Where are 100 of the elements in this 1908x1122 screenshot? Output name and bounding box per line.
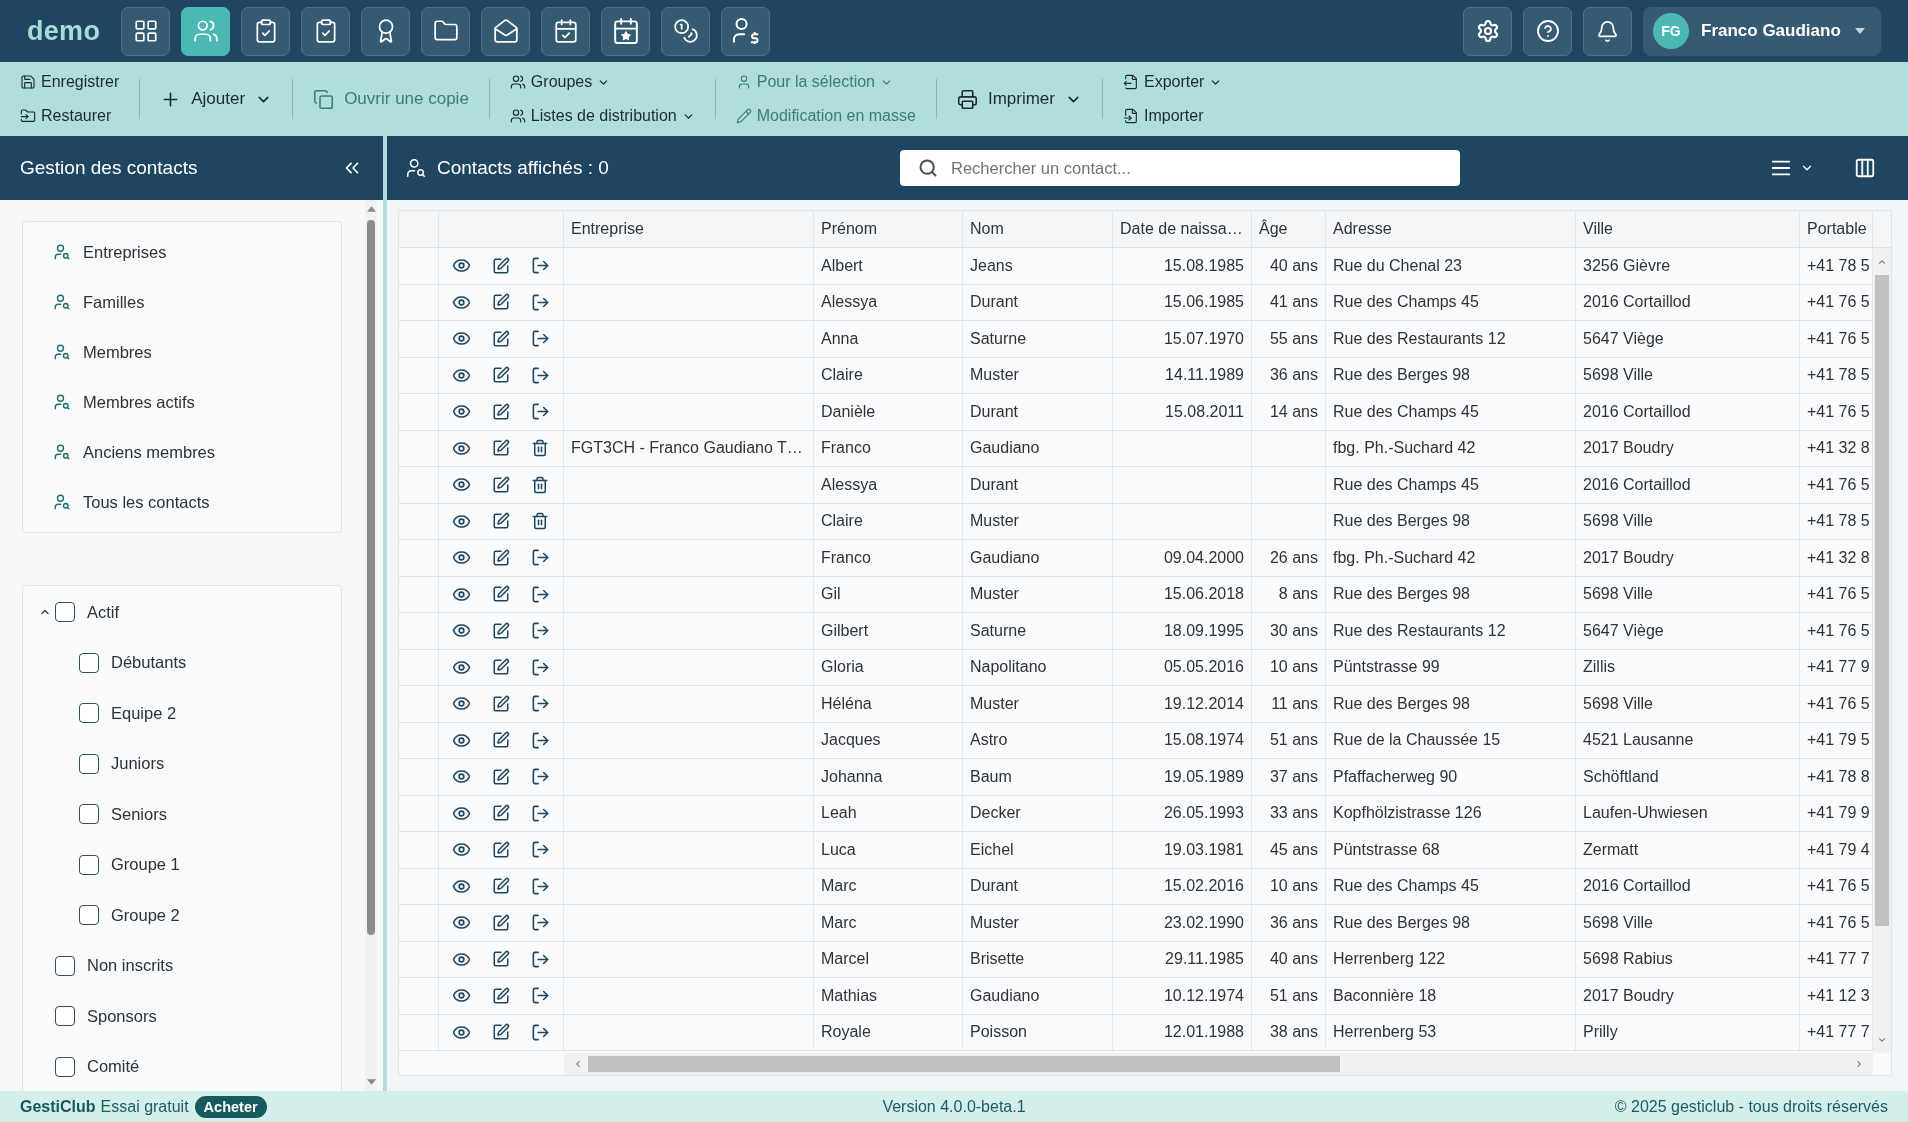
edit-icon[interactable] bbox=[492, 439, 510, 458]
settings-button[interactable] bbox=[1463, 6, 1512, 56]
toolbar-button[interactable]: Importer bbox=[1120, 101, 1206, 131]
edit-icon[interactable] bbox=[492, 256, 510, 275]
sidebar-item[interactable]: Membres bbox=[23, 327, 341, 377]
group-label[interactable]: Juniors bbox=[111, 754, 165, 774]
exit-icon[interactable] bbox=[531, 402, 550, 422]
checkbox[interactable] bbox=[79, 753, 99, 774]
edit-icon[interactable] bbox=[492, 913, 510, 932]
group-label[interactable]: Groupe 2 bbox=[111, 905, 180, 925]
group-label[interactable]: Seniors bbox=[111, 804, 167, 824]
group-label[interactable]: Sponsors bbox=[87, 1006, 157, 1026]
checkbox[interactable] bbox=[55, 1056, 75, 1077]
column-header[interactable]: Portable bbox=[1800, 211, 1873, 247]
checkbox[interactable] bbox=[79, 703, 99, 724]
edit-icon[interactable] bbox=[492, 585, 510, 604]
exit-icon[interactable] bbox=[531, 256, 550, 276]
exit-icon[interactable] bbox=[531, 803, 550, 823]
nav-button[interactable] bbox=[241, 6, 290, 56]
edit-icon[interactable] bbox=[492, 877, 510, 896]
exit-icon[interactable] bbox=[531, 694, 550, 714]
edit-icon[interactable] bbox=[492, 986, 510, 1005]
search-field[interactable]: Rechercher un contact... bbox=[900, 150, 1460, 186]
column-header[interactable]: Ville bbox=[1576, 211, 1800, 247]
edit-icon[interactable] bbox=[492, 950, 510, 969]
sidebar-scrollbar[interactable] bbox=[365, 200, 377, 1091]
checkbox[interactable] bbox=[55, 955, 75, 976]
trash-icon[interactable] bbox=[531, 475, 549, 494]
toolbar-button[interactable]: Listes de distribution bbox=[507, 101, 697, 131]
checkbox[interactable] bbox=[79, 652, 99, 673]
checkbox[interactable] bbox=[79, 804, 99, 825]
group-label[interactable]: Groupe 1 bbox=[111, 855, 180, 875]
edit-icon[interactable] bbox=[492, 621, 510, 640]
nav-button[interactable] bbox=[121, 6, 170, 56]
exit-icon[interactable] bbox=[531, 548, 550, 568]
nav-button[interactable] bbox=[301, 6, 350, 56]
sidebar-item[interactable]: Membres actifs bbox=[23, 377, 341, 427]
edit-icon[interactable] bbox=[492, 366, 510, 385]
checkbox[interactable] bbox=[55, 1006, 75, 1027]
toolbar-button[interactable]: Restaurer bbox=[18, 101, 114, 131]
columns-button[interactable] bbox=[1854, 157, 1876, 179]
group-label[interactable]: Non inscrits bbox=[87, 956, 174, 976]
group-label[interactable]: Actif bbox=[87, 602, 120, 622]
notifications-button[interactable] bbox=[1583, 6, 1632, 56]
edit-icon[interactable] bbox=[492, 804, 510, 823]
exit-icon[interactable] bbox=[531, 584, 550, 604]
exit-icon[interactable] bbox=[531, 1022, 550, 1042]
horizontal-scrollbar[interactable] bbox=[564, 1053, 1873, 1075]
nav-button[interactable] bbox=[661, 6, 710, 56]
toolbar-button[interactable]: Ajouter bbox=[158, 84, 275, 114]
column-header[interactable]: Entreprise bbox=[564, 211, 814, 247]
column-header[interactable]: Date de naissa… bbox=[1113, 211, 1252, 247]
sidebar-item[interactable]: Entreprises bbox=[23, 227, 341, 277]
column-header[interactable]: Prénom bbox=[814, 211, 963, 247]
nav-button[interactable] bbox=[721, 6, 770, 56]
edit-icon[interactable] bbox=[492, 767, 510, 786]
exit-icon[interactable] bbox=[531, 621, 550, 641]
group-label[interactable]: Débutants bbox=[111, 653, 187, 673]
exit-icon[interactable] bbox=[531, 986, 550, 1006]
exit-icon[interactable] bbox=[531, 365, 550, 385]
sidebar-item[interactable]: Familles bbox=[23, 277, 341, 327]
toolbar-button[interactable]: Groupes bbox=[507, 67, 613, 97]
edit-icon[interactable] bbox=[492, 658, 510, 677]
column-header[interactable]: Adresse bbox=[1326, 211, 1576, 247]
group-label[interactable]: Comité bbox=[87, 1057, 140, 1077]
edit-icon[interactable] bbox=[492, 475, 510, 494]
checkbox[interactable] bbox=[79, 854, 99, 875]
group-label[interactable]: Equipe 2 bbox=[111, 703, 177, 723]
trash-icon[interactable] bbox=[531, 512, 549, 531]
nav-button[interactable] bbox=[181, 6, 230, 56]
buy-button[interactable]: Acheter bbox=[194, 1095, 267, 1118]
edit-icon[interactable] bbox=[492, 329, 510, 348]
edit-icon[interactable] bbox=[492, 840, 510, 859]
nav-button[interactable] bbox=[361, 6, 410, 56]
edit-icon[interactable] bbox=[492, 402, 510, 421]
column-header[interactable]: Nom bbox=[963, 211, 1113, 247]
exit-icon[interactable] bbox=[531, 329, 550, 349]
sidebar-item[interactable]: Tous les contacts bbox=[23, 477, 341, 527]
edit-icon[interactable] bbox=[492, 694, 510, 713]
toolbar-button[interactable]: Enregistrer bbox=[18, 67, 122, 97]
toolbar-button[interactable]: Exporter bbox=[1120, 67, 1225, 97]
nav-button[interactable] bbox=[601, 6, 650, 56]
checkbox[interactable] bbox=[79, 905, 99, 926]
toolbar-button[interactable]: Imprimer bbox=[954, 84, 1084, 114]
user-menu-button[interactable]: FG Franco Gaudiano bbox=[1643, 6, 1881, 56]
exit-icon[interactable] bbox=[531, 292, 550, 312]
checkbox[interactable] bbox=[55, 602, 75, 623]
edit-icon[interactable] bbox=[492, 293, 510, 312]
edit-icon[interactable] bbox=[492, 512, 510, 531]
exit-icon[interactable] bbox=[531, 876, 550, 896]
exit-icon[interactable] bbox=[531, 657, 550, 677]
sidebar-item[interactable]: Anciens membres bbox=[23, 427, 341, 477]
exit-icon[interactable] bbox=[531, 913, 550, 933]
exit-icon[interactable] bbox=[531, 730, 550, 750]
vertical-scrollbar[interactable] bbox=[1873, 248, 1891, 1053]
edit-icon[interactable] bbox=[492, 1023, 510, 1042]
nav-button[interactable] bbox=[481, 6, 530, 56]
column-header[interactable]: Âge bbox=[1252, 211, 1326, 247]
nav-button[interactable] bbox=[541, 6, 590, 56]
exit-icon[interactable] bbox=[531, 767, 550, 787]
